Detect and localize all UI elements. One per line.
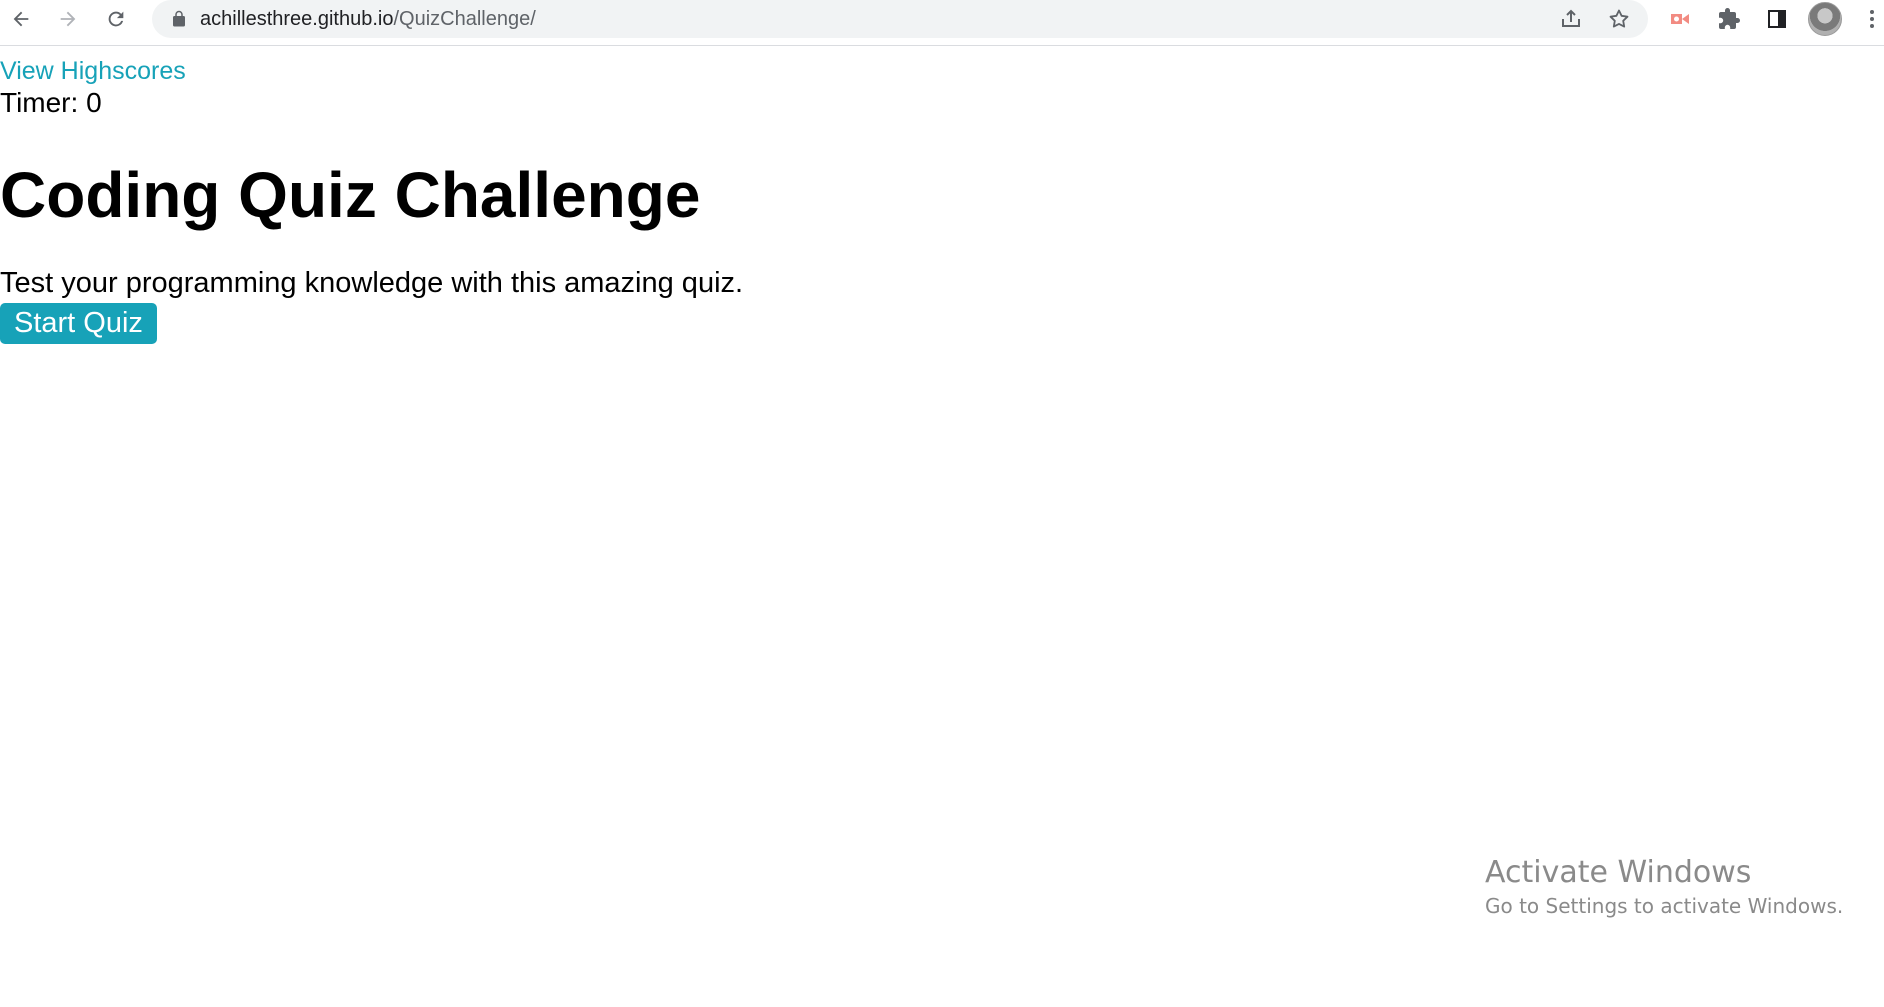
record-extension-icon [1671,14,1689,24]
record-extension-button[interactable] [1665,4,1695,34]
forward-button[interactable] [53,4,83,34]
puzzle-icon [1719,8,1740,29]
address-bar[interactable]: achillesthree.github.io/QuizChallenge/ [152,0,1648,38]
url-host: achillesthree.github.io [200,8,394,30]
reload-button[interactable] [101,4,131,34]
bookmark-button[interactable] [1606,6,1632,32]
avatar[interactable] [1808,2,1842,36]
timer-label: Timer: 0 [0,87,102,118]
back-button[interactable] [6,4,36,34]
menu-button[interactable] [1862,4,1882,34]
url-path: /QuizChallenge/ [393,8,536,30]
lock-icon[interactable] [170,10,188,28]
share-icon [1562,9,1580,27]
activate-windows-subtitle: Go to Settings to activate Windows. [1485,894,1844,918]
view-highscores-link[interactable]: View Highscores [0,57,186,86]
start-quiz-button[interactable]: Start Quiz [0,303,157,344]
side-panel-icon [1768,10,1786,28]
star-icon [1609,9,1629,28]
activate-windows-title: Activate Windows [1485,855,1752,890]
arrow-left-icon [13,11,29,27]
activate-windows-watermark: Activate Windows Go to Settings to activ… [1485,855,1843,918]
page-title: Coding Quiz Challenge [0,159,701,231]
browser-toolbar: achillesthree.github.io/QuizChallenge/ [0,0,1884,46]
quiz-description: Test your programming knowledge with thi… [0,267,744,299]
extensions-button[interactable] [1714,4,1744,34]
side-panel-button[interactable] [1762,4,1792,34]
arrow-right-icon [60,11,76,27]
share-button[interactable] [1558,6,1584,32]
kebab-menu-icon [1870,10,1874,28]
reload-icon [108,11,124,27]
url-text[interactable]: achillesthree.github.io/QuizChallenge/ [200,8,536,31]
